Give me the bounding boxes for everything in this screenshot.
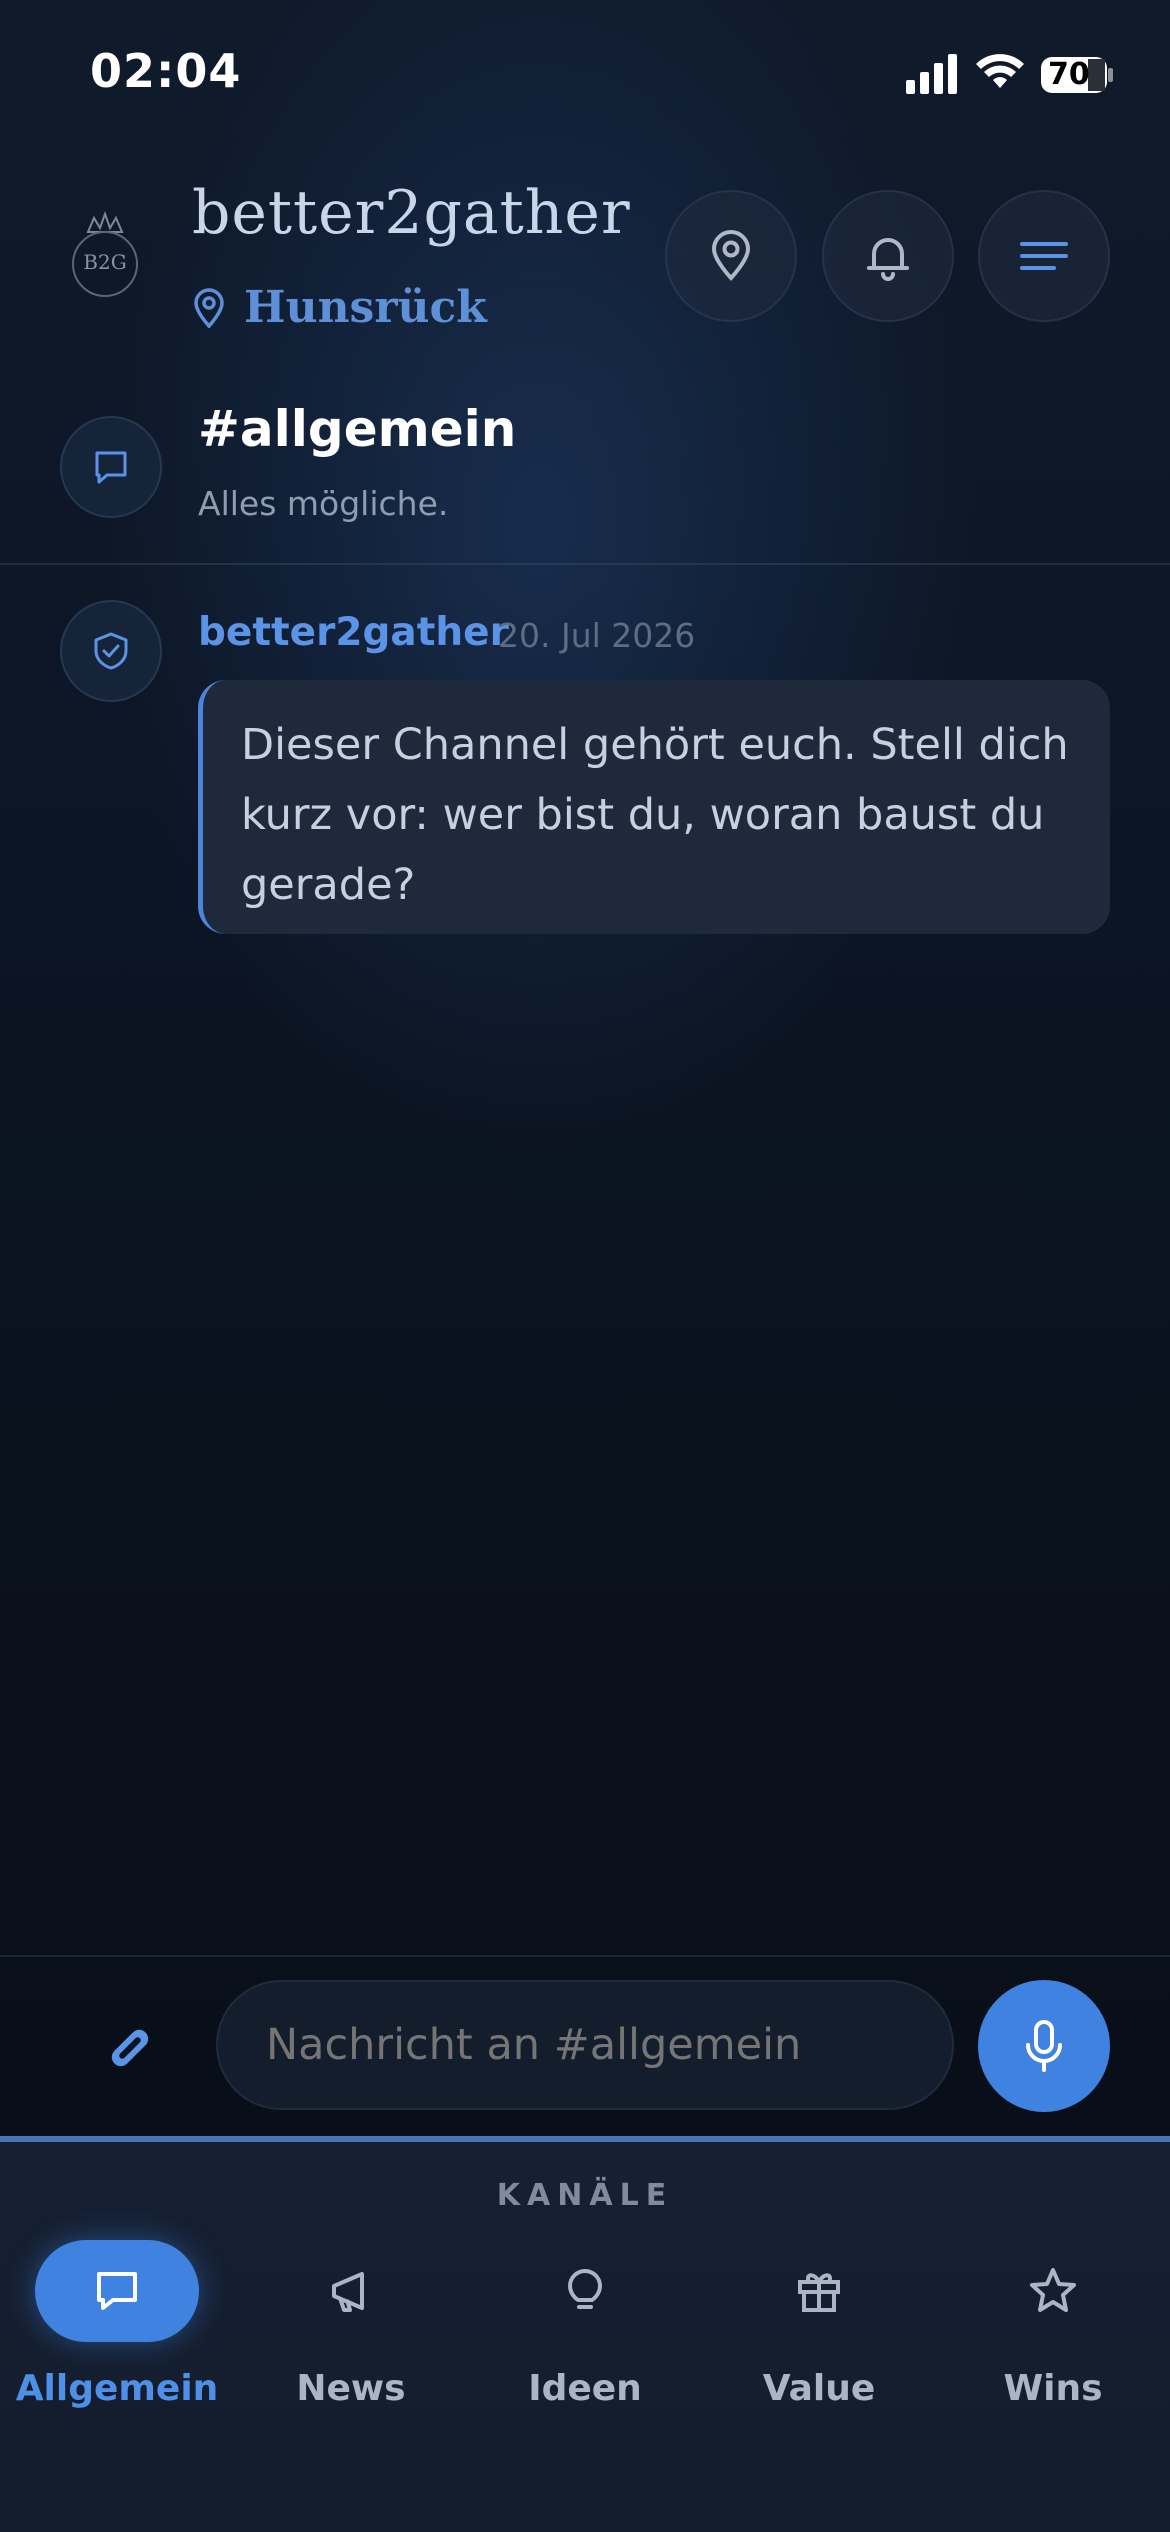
paperclip-icon[interactable] (102, 2020, 158, 2076)
chat-icon (97, 2272, 137, 2310)
divider (0, 563, 1170, 565)
battery-level: 70 (1048, 57, 1090, 92)
voice-message-button[interactable] (978, 1980, 1110, 2112)
author-avatar[interactable] (60, 600, 162, 702)
message-timestamp: 20. Jul 2026 (498, 616, 696, 655)
tab-wins[interactable]: Wins (936, 2240, 1170, 2409)
message-input[interactable] (216, 1980, 954, 2110)
tab-label: Ideen (528, 2368, 642, 2409)
gift-icon (798, 2273, 840, 2312)
location-row[interactable]: Hunsrück (192, 282, 487, 333)
wifi-icon (976, 54, 1024, 88)
tab-allgemein[interactable]: Allgemein (0, 2240, 234, 2409)
menu-button[interactable] (978, 190, 1110, 322)
tab-label: Wins (1003, 2368, 1103, 2409)
channel-icon (60, 416, 162, 518)
tabbar-heading: KANÄLE (496, 2178, 674, 2213)
battery-indicator: 70 (1040, 56, 1114, 94)
location-pin-icon (194, 287, 224, 328)
channel-description: Alles mögliche. (198, 484, 449, 523)
brand-logo: B2G (70, 210, 140, 300)
map-button[interactable] (665, 190, 797, 322)
map-pin-icon (711, 230, 751, 281)
megaphone-icon (332, 2272, 364, 2312)
signal-icon (906, 54, 957, 94)
logo-monogram: B2G (83, 250, 127, 274)
tab-label: News (296, 2368, 406, 2409)
microphone-icon (1026, 2020, 1062, 2072)
star-icon (1030, 2268, 1076, 2312)
tab-value[interactable]: Value (702, 2240, 936, 2409)
location-label: Hunsrück (244, 282, 487, 333)
shield-check-icon (94, 632, 128, 670)
tab-ideen[interactable]: Ideen (468, 2240, 702, 2409)
menu-icon (1020, 242, 1068, 270)
tab-news[interactable]: News (234, 2240, 468, 2409)
channel-title: #allgemein (198, 400, 517, 458)
bell-icon (867, 238, 909, 281)
brand-title: better2gather (192, 178, 631, 248)
chat-icon (95, 451, 127, 484)
composer-divider (0, 1955, 1170, 1957)
notifications-button[interactable] (822, 190, 954, 322)
message-bubble[interactable]: Dieser Channel gehört euch. Stell dich k… (198, 680, 1110, 934)
message-author[interactable]: better2gather (198, 610, 509, 655)
status-time: 02:04 (90, 44, 242, 98)
lightbulb-icon (568, 2269, 602, 2309)
tab-label: Value (762, 2368, 876, 2409)
tab-label: Allgemein (15, 2368, 219, 2409)
